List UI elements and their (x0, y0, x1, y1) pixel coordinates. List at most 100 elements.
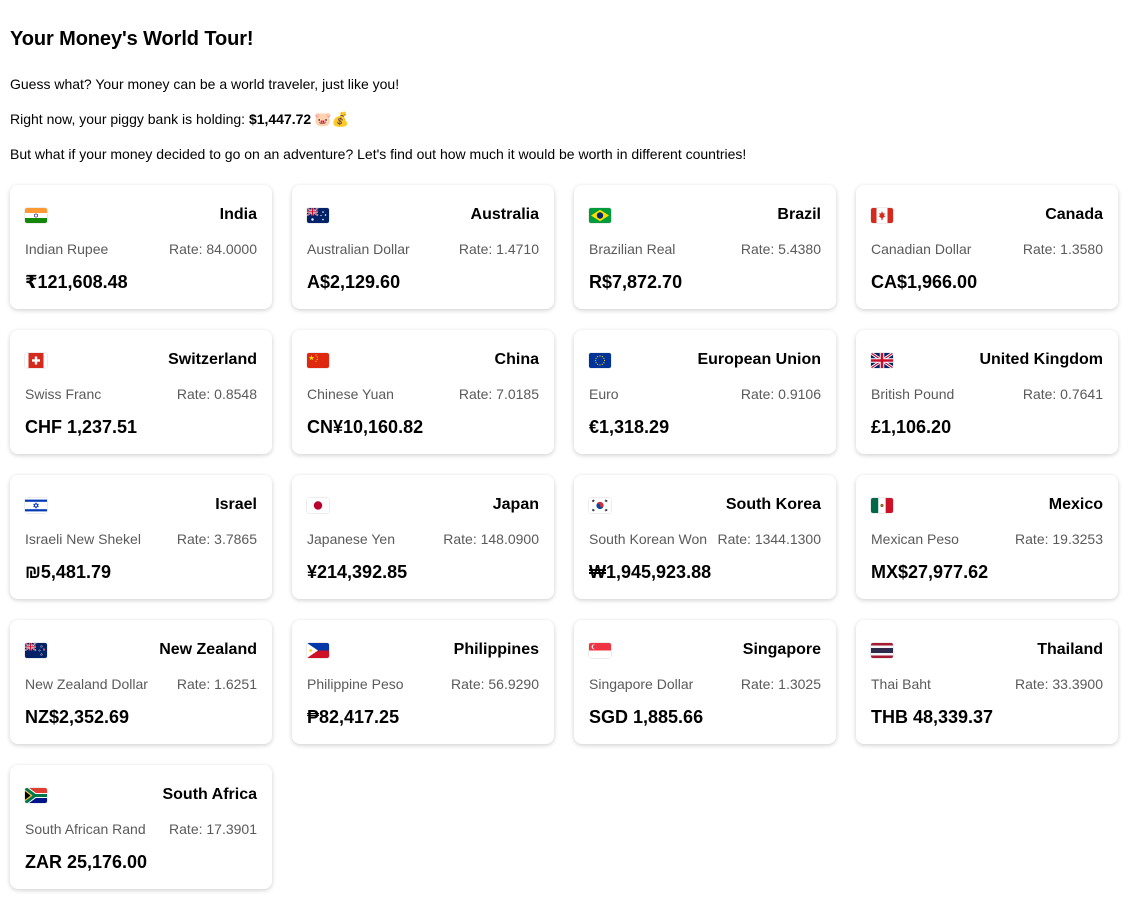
country-name: Philippines (453, 641, 539, 658)
card-details: Swiss Franc Rate: 0.8548 (25, 386, 257, 402)
currency-card: United Kingdom British Pound Rate: 0.7641 £… (856, 330, 1118, 454)
piggy-bank-money-bag-icon: 🐷💰 (314, 111, 350, 127)
exchange-rate: Rate: 7.0185 (458, 386, 539, 402)
converted-amount: SGD 1,885.66 (589, 707, 704, 727)
country-name: Israel (215, 496, 257, 513)
card-header: South Korea (589, 494, 821, 516)
card-header: Thailand (871, 639, 1103, 661)
card-details: Chinese Yuan Rate: 7.0185 (307, 386, 539, 402)
currency-card: Philippines Philippine Peso Rate: 56.9290 ₱… (292, 620, 554, 744)
flag-mexico-icon (871, 497, 893, 513)
currency-card: Singapore Singapore Dollar Rate: 1.3025 SGD… (574, 620, 836, 744)
currency-name: New Zealand Dollar (25, 676, 148, 692)
currency-card: Switzerland Swiss Franc Rate: 0.8548 CHF 1,… (10, 330, 272, 454)
exchange-rate: Rate: 0.8548 (176, 386, 257, 402)
converted-amount: MX$27,977.62 (871, 562, 989, 582)
currency-name: South Korean Won (589, 531, 708, 547)
exchange-rate: Rate: 1344.1300 (717, 531, 821, 547)
card-header: Australia (307, 204, 539, 226)
country-name: Thailand (1037, 641, 1103, 658)
country-name: Canada (1045, 206, 1103, 223)
card-header: South Africa (25, 784, 257, 806)
flag-china-icon (307, 352, 329, 368)
country-name: India (219, 206, 257, 223)
converted-amount: €1,318.29 (589, 417, 670, 437)
card-details: British Pound Rate: 0.7641 (871, 386, 1103, 402)
card-header: Singapore (589, 639, 821, 661)
flag-thailand-icon (871, 642, 893, 658)
intro-text: Guess what? Your money can be a world tr… (10, 76, 400, 92)
country-name: European Union (697, 351, 821, 368)
page-title: Your Money's World Tour! (10, 28, 254, 50)
card-header: Canada (871, 204, 1103, 226)
card-details: South African Rand Rate: 17.3901 (25, 821, 257, 837)
currency-card: Mexico Mexican Peso Rate: 19.3253 MX$27,977… (856, 475, 1118, 599)
currency-name: Philippine Peso (307, 676, 404, 692)
country-name: Mexico (1048, 496, 1103, 513)
card-details: Brazilian Real Rate: 5.4380 (589, 241, 821, 257)
card-details: Australian Dollar Rate: 1.4710 (307, 241, 539, 257)
currency-name: Swiss Franc (25, 386, 102, 402)
exchange-rate: Rate: 1.3025 (740, 676, 821, 692)
flag-south-africa-icon (25, 787, 47, 803)
exchange-rate: Rate: 56.9290 (451, 676, 539, 692)
flag-switzerland-icon (25, 352, 47, 368)
currency-card: Thailand Thai Baht Rate: 33.3900 THB 48,339… (856, 620, 1118, 744)
country-name: United Kingdom (979, 351, 1103, 368)
card-header: India (25, 204, 257, 226)
currency-name: Japanese Yen (307, 531, 395, 547)
flag-israel-icon (25, 497, 47, 513)
exchange-rate: Rate: 0.7641 (1022, 386, 1103, 402)
currency-card: South Korea South Korean Won Rate: 1344.13… (574, 475, 836, 599)
currency-name: Singapore Dollar (589, 676, 694, 692)
country-name: Japan (492, 496, 539, 513)
currency-name: Australian Dollar (307, 241, 410, 257)
currency-name: Euro (589, 386, 619, 402)
currency-name: South African Rand (25, 821, 146, 837)
card-header: New Zealand (25, 639, 257, 661)
currency-card: Israel Israeli New Shekel Rate: 3.7865 ₪5,4… (10, 475, 272, 599)
country-name: Australia (470, 206, 539, 223)
exchange-rate: Rate: 84.0000 (169, 241, 257, 257)
currency-card-grid: India Indian Rupee Rate: 84.0000 ₹121,608.4… (10, 185, 1118, 889)
currency-card: New Zealand New Zealand Dollar Rate: 1.625… (10, 620, 272, 744)
card-header: European Union (589, 349, 821, 371)
card-header: United Kingdom (871, 349, 1103, 371)
card-details: Philippine Peso Rate: 56.9290 (307, 676, 539, 692)
exchange-rate: Rate: 19.3253 (1015, 531, 1103, 547)
exchange-rate: Rate: 17.3901 (169, 821, 257, 837)
converted-amount: ₪5,481.79 (25, 562, 111, 582)
country-name: South Korea (725, 496, 821, 513)
currency-card: South Africa South African Rand Rate: 17.3… (10, 765, 272, 889)
adventure-text: But what if your money decided to go on … (10, 146, 747, 162)
card-header: Mexico (871, 494, 1103, 516)
flag-australia-icon (307, 207, 329, 223)
converted-amount: CN¥10,160.82 (307, 417, 424, 437)
card-details: Euro Rate: 0.9106 (589, 386, 821, 402)
currency-card: China Chinese Yuan Rate: 7.0185 CN¥10,160.8… (292, 330, 554, 454)
currency-card: Japan Japanese Yen Rate: 148.0900 ¥214,392.… (292, 475, 554, 599)
exchange-rate: Rate: 0.9106 (740, 386, 821, 402)
converted-amount: CA$1,966.00 (871, 272, 978, 292)
country-name: South Africa (162, 786, 257, 803)
currency-card: India Indian Rupee Rate: 84.0000 ₹121,608.4… (10, 185, 272, 309)
card-header: Brazil (589, 204, 821, 226)
converted-amount: R$7,872.70 (589, 272, 683, 292)
country-name: New Zealand (159, 641, 257, 658)
card-header: Israel (25, 494, 257, 516)
country-name: Brazil (777, 206, 821, 223)
exchange-rate: Rate: 1.6251 (176, 676, 257, 692)
card-details: Israeli New Shekel Rate: 3.7865 (25, 531, 257, 547)
currency-card: Australia Australian Dollar Rate: 1.4710 A$… (292, 185, 554, 309)
currency-card: Canada Canadian Dollar Rate: 1.3580 CA$1,96… (856, 185, 1118, 309)
currency-name: Israeli New Shekel (25, 531, 141, 547)
converted-amount: NZ$2,352.69 (25, 707, 130, 727)
currency-card: European Union Euro Rate: 0.9106 €1,318.29 (574, 330, 836, 454)
converted-amount: ₩1,945,923.88 (589, 562, 712, 582)
flag-india-icon (25, 207, 47, 223)
currency-name: Chinese Yuan (307, 386, 394, 402)
flag-south-korea-icon (589, 497, 611, 513)
card-header: Japan (307, 494, 539, 516)
converted-amount: ¥214,392.85 (307, 562, 408, 582)
exchange-rate: Rate: 3.7865 (176, 531, 257, 547)
